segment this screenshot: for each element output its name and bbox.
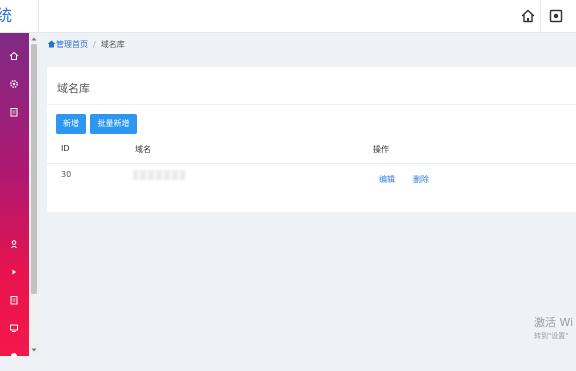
sidebar-item-settings[interactable] bbox=[0, 71, 29, 99]
windows-activation-watermark: 激活 Wi bbox=[534, 316, 574, 329]
sidebar-item-document[interactable] bbox=[0, 287, 29, 315]
sidebar-item-user[interactable] bbox=[0, 231, 29, 259]
column-header-domain: 域名 bbox=[135, 145, 151, 154]
breadcrumb-current: 域名库 bbox=[100, 40, 125, 49]
breadcrumb: 管理首页 / 域名库 bbox=[47, 38, 125, 52]
sidebar-item-home[interactable] bbox=[0, 43, 29, 71]
scrollbar-thumb[interactable] bbox=[31, 44, 37, 294]
card-divider bbox=[47, 104, 576, 105]
batch-add-button[interactable]: 批量新增 bbox=[90, 114, 137, 134]
user-icon bbox=[11, 240, 17, 249]
gear-icon bbox=[10, 80, 18, 88]
breadcrumb-separator: / bbox=[93, 40, 96, 49]
home-icon bbox=[47, 40, 56, 48]
scroll-down-arrow-icon[interactable] bbox=[30, 346, 38, 354]
card-title: 域名库 bbox=[57, 82, 90, 95]
sidebar bbox=[0, 33, 29, 359]
table-row-divider bbox=[47, 163, 576, 164]
gear-icon bbox=[11, 353, 17, 359]
clipboard-icon bbox=[10, 108, 18, 117]
play-icon bbox=[12, 269, 16, 275]
column-header-id: ID bbox=[61, 144, 70, 153]
document-icon bbox=[10, 296, 18, 305]
top-bar-divider bbox=[540, 0, 541, 32]
windows-activation-subtext: 转到"设置" bbox=[534, 332, 569, 340]
home-icon[interactable] bbox=[520, 8, 536, 24]
redacted-domain-cell bbox=[133, 170, 185, 180]
app-brand: 统 bbox=[0, 0, 39, 32]
delete-link[interactable]: 删除 bbox=[413, 174, 429, 185]
top-bar: 统 bbox=[0, 0, 576, 33]
add-button[interactable]: 新增 bbox=[56, 114, 86, 134]
scroll-up-arrow-icon[interactable] bbox=[30, 35, 38, 43]
breadcrumb-home-link[interactable]: 管理首页 bbox=[56, 40, 88, 49]
home-icon bbox=[9, 51, 19, 60]
column-header-actions: 操作 bbox=[373, 145, 389, 154]
sidebar-item-list[interactable] bbox=[0, 99, 29, 127]
sidebar-item-play[interactable] bbox=[0, 259, 29, 287]
edit-link[interactable]: 编辑 bbox=[379, 174, 395, 185]
sidebar-item-more[interactable] bbox=[0, 343, 29, 371]
domain-library-card: 域名库 新增 批量新增 ID 域名 操作 30 编辑 删除 bbox=[47, 67, 576, 212]
sidebar-item-monitor[interactable] bbox=[0, 315, 29, 343]
monitor-icon bbox=[10, 324, 18, 332]
table-cell-id: 30 bbox=[61, 170, 72, 179]
settings-icon[interactable] bbox=[548, 8, 564, 24]
